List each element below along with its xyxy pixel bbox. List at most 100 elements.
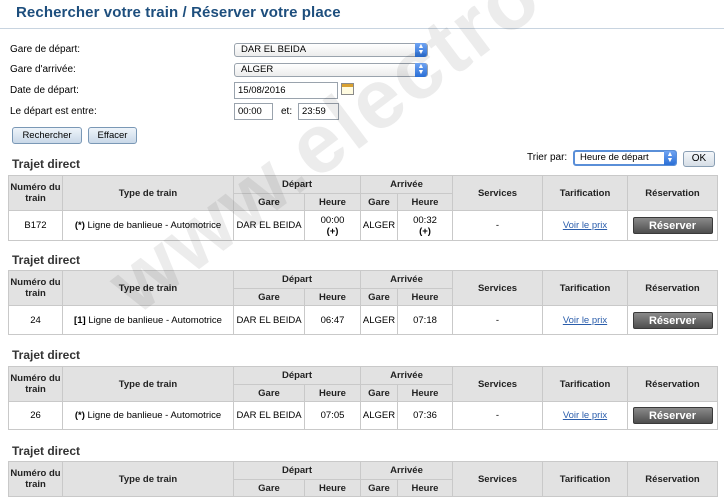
header-arrivee-gare: Gare bbox=[360, 288, 398, 306]
depart-gare: DAR EL BEIDA bbox=[233, 305, 305, 335]
header-depart: Départ bbox=[233, 366, 361, 385]
header-numero: Numéro du train bbox=[8, 366, 63, 402]
header-depart-gare: Gare bbox=[233, 288, 305, 306]
date-label: Date de départ: bbox=[10, 85, 79, 96]
reserve-cell: Réserver bbox=[627, 401, 718, 430]
train-number: B172 bbox=[8, 210, 63, 241]
depart-station-label: Gare de départ: bbox=[10, 44, 81, 55]
calendar-icon[interactable] bbox=[341, 83, 354, 95]
clear-button[interactable]: Effacer bbox=[88, 127, 137, 144]
depart-heure: 00:00 bbox=[320, 214, 345, 226]
train-type-cell: [1] Ligne de banlieue - Automotrice bbox=[62, 305, 234, 335]
header-depart-gare: Gare bbox=[233, 193, 305, 211]
reserve-button[interactable]: Réserver bbox=[632, 217, 713, 234]
arrivee-heure: 07:18 bbox=[397, 305, 453, 335]
header-numero: Numéro du train bbox=[8, 270, 63, 306]
header-services: Services bbox=[452, 175, 543, 211]
reserve-button[interactable]: Réserver bbox=[632, 311, 713, 329]
header-depart-heure: Heure bbox=[304, 479, 361, 497]
header-reservation: Réservation bbox=[627, 175, 718, 211]
train-number: 26 bbox=[8, 401, 63, 430]
header-depart: Départ bbox=[233, 270, 361, 289]
header-type: Type de train bbox=[62, 366, 234, 402]
header-numero: Numéro du train bbox=[8, 175, 63, 211]
train-type-marker: (*) bbox=[74, 410, 85, 421]
arrivee-heure-cell: 00:32 (+) bbox=[397, 210, 453, 241]
header-services: Services bbox=[452, 366, 543, 402]
chevron-updown-icon: ▲ ▼ bbox=[664, 151, 676, 165]
train-type-marker: [1] bbox=[74, 314, 86, 326]
header-services: Services bbox=[452, 461, 543, 497]
header-numero: Numéro du train bbox=[8, 461, 63, 497]
table-row: 24 [1] Ligne de banlieue - Automotrice D… bbox=[8, 305, 718, 335]
header-tarification: Tarification bbox=[542, 270, 628, 306]
arrivee-gare: ALGER bbox=[360, 305, 398, 335]
header-arrivee-gare: Gare bbox=[360, 479, 398, 497]
chevron-updown-icon: ▲ ▼ bbox=[415, 43, 427, 57]
services: - bbox=[452, 305, 543, 335]
chevron-updown-icon: ▲ ▼ bbox=[415, 63, 427, 77]
sort-ok-button[interactable]: OK bbox=[683, 151, 715, 167]
arrival-station-label: Gare d'arrivée: bbox=[10, 64, 76, 75]
reserve-cell: Réserver bbox=[627, 210, 718, 241]
train-number: 24 bbox=[8, 305, 63, 335]
header-arrivee-gare: Gare bbox=[360, 193, 398, 211]
arrivee-heure: 07:36 bbox=[397, 401, 453, 430]
reserve-button[interactable]: Réserver bbox=[632, 407, 713, 424]
price-cell: Voir le prix bbox=[542, 210, 628, 241]
depart-heure-cell: 00:00 (+) bbox=[304, 210, 361, 241]
header-tarification: Tarification bbox=[542, 461, 628, 497]
header-depart-heure: Heure bbox=[304, 193, 361, 211]
view-price-link[interactable]: Voir le prix bbox=[563, 410, 607, 421]
title-divider bbox=[0, 28, 724, 29]
view-price-link[interactable]: Voir le prix bbox=[563, 315, 607, 326]
sort-value: Heure de départ bbox=[580, 152, 649, 163]
header-arrivee: Arrivée bbox=[360, 270, 453, 289]
header-depart-gare: Gare bbox=[233, 479, 305, 497]
train-type: Ligne de banlieue - Automotrice bbox=[87, 220, 222, 231]
header-depart-heure: Heure bbox=[304, 288, 361, 306]
header-arrivee: Arrivée bbox=[360, 175, 453, 194]
date-input[interactable]: 15/08/2016 bbox=[234, 82, 338, 99]
header-arrivee-gare: Gare bbox=[360, 384, 398, 402]
arrivee-gare: ALGER bbox=[360, 210, 398, 241]
header-arrivee: Arrivée bbox=[360, 461, 453, 480]
time-range-label: Le départ est entre: bbox=[10, 106, 97, 117]
arrivee-heure: 00:32 bbox=[413, 214, 437, 226]
section-title: Trajet direct bbox=[12, 444, 81, 458]
header-depart-gare: Gare bbox=[233, 384, 305, 402]
depart-station-select[interactable]: DAR EL BEIDA ▲ ▼ bbox=[234, 43, 428, 57]
train-type: Ligne de banlieue - Automotrice bbox=[87, 410, 222, 421]
arrival-station-select[interactable]: ALGER ▲ ▼ bbox=[234, 63, 428, 77]
results-table: Numéro du train Type de train Départ Arr… bbox=[8, 270, 718, 335]
price-cell: Voir le prix bbox=[542, 401, 628, 430]
results-table: Numéro du train Type de train Départ Arr… bbox=[8, 366, 718, 430]
search-button[interactable]: Rechercher bbox=[12, 127, 82, 144]
results-table: Numéro du train Type de train Départ Arr… bbox=[8, 461, 718, 497]
page-title: Rechercher votre train / Réserver votre … bbox=[16, 4, 341, 21]
train-type-marker: (*) bbox=[74, 220, 85, 231]
reserve-cell: Réserver bbox=[627, 305, 718, 335]
sort-select[interactable]: Heure de départ ▲ ▼ bbox=[573, 150, 677, 166]
header-reservation: Réservation bbox=[627, 461, 718, 497]
section-title: Trajet direct bbox=[12, 253, 81, 267]
train-type-cell: (*) Ligne de banlieue - Automotrice bbox=[62, 210, 234, 241]
arrivee-gare: ALGER bbox=[360, 401, 398, 430]
header-depart: Départ bbox=[233, 461, 361, 480]
header-arrivee: Arrivée bbox=[360, 366, 453, 385]
sort-label: Trier par: bbox=[527, 152, 568, 163]
arrivee-note: (+) bbox=[419, 225, 431, 237]
header-type: Type de train bbox=[62, 461, 234, 497]
view-price-link[interactable]: Voir le prix bbox=[563, 220, 607, 231]
depart-gare: DAR EL BEIDA bbox=[233, 401, 305, 430]
depart-gare: DAR EL BEIDA bbox=[233, 210, 305, 241]
header-tarification: Tarification bbox=[542, 175, 628, 211]
header-reservation: Réservation bbox=[627, 270, 718, 306]
time-to-input[interactable]: 23:59 bbox=[298, 103, 339, 120]
section-title: Trajet direct bbox=[12, 157, 81, 171]
price-cell: Voir le prix bbox=[542, 305, 628, 335]
table-row: B172 (*) Ligne de banlieue - Automotrice… bbox=[8, 210, 718, 241]
header-services: Services bbox=[452, 270, 543, 306]
header-depart: Départ bbox=[233, 175, 361, 194]
time-from-input[interactable]: 00:00 bbox=[234, 103, 273, 120]
